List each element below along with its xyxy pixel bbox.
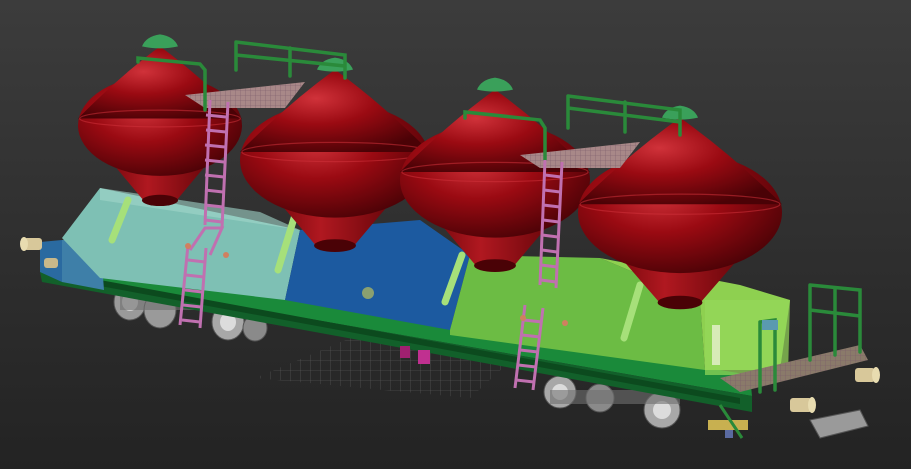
hopper-wagon-render (0, 0, 911, 469)
3d-viewport[interactable] (0, 0, 911, 469)
